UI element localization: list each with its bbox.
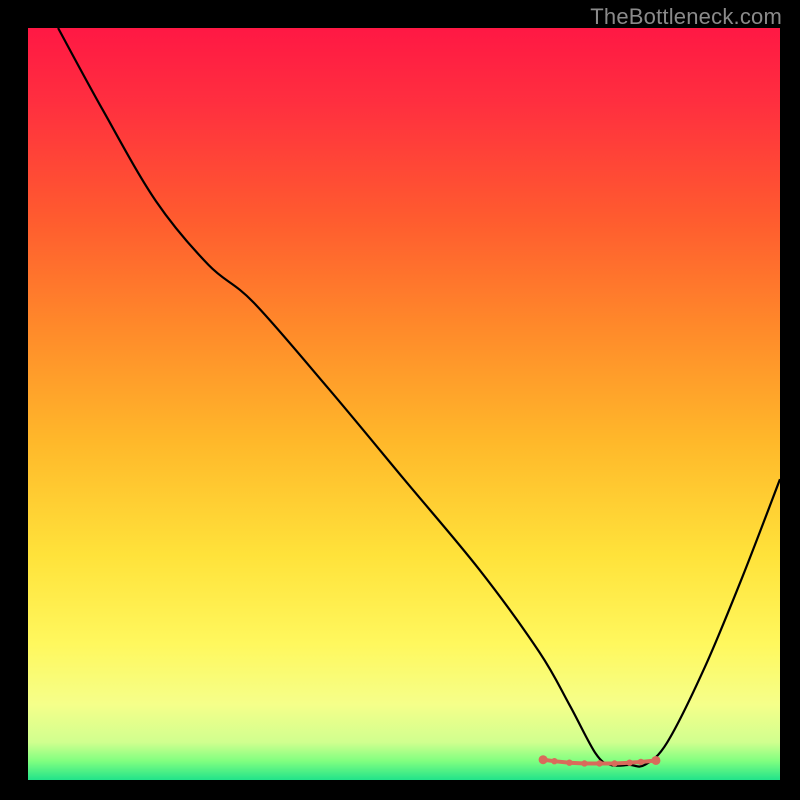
highlight-marker-dot — [551, 758, 557, 764]
highlight-marker-dot — [611, 760, 617, 766]
highlight-marker-dot — [566, 760, 572, 766]
plot-gradient-bg — [28, 28, 780, 780]
bottleneck-chart — [0, 0, 800, 800]
highlight-marker-dot — [581, 760, 587, 766]
highlight-marker-dot — [638, 759, 644, 765]
highlight-marker-dot — [596, 760, 602, 766]
watermark-text: TheBottleneck.com — [590, 4, 782, 30]
highlight-marker-dot — [539, 755, 548, 764]
chart-root: { "watermark": "TheBottleneck.com", "cha… — [0, 0, 800, 800]
highlight-marker-dot — [626, 760, 632, 766]
highlight-marker-dot — [651, 756, 660, 765]
